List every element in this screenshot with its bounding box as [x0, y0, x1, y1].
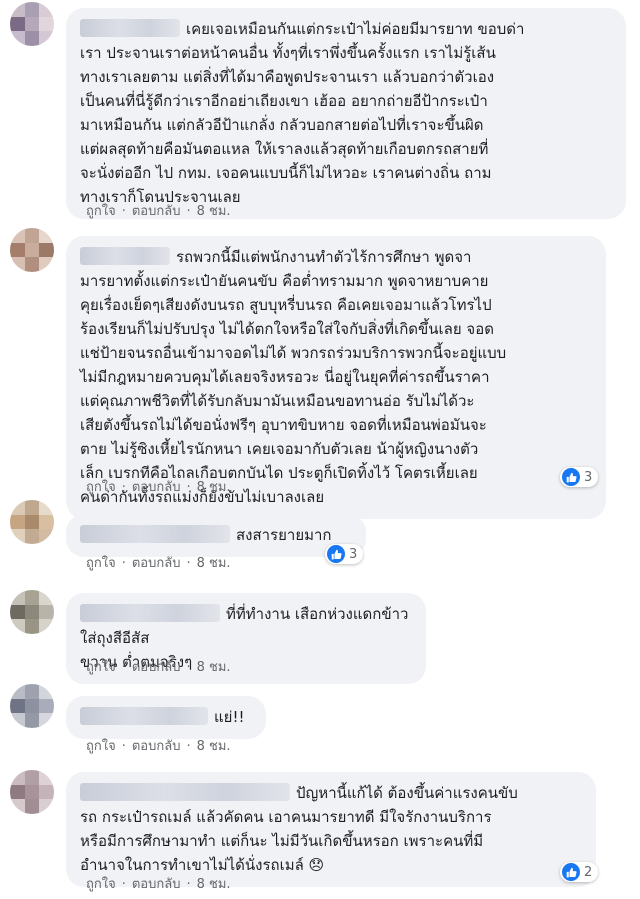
comment-actions: ถูกใจ · ตอบกลับ · 8 ชม.: [86, 738, 231, 756]
comment-text: สงสารยายมาก: [236, 526, 332, 544]
reaction-count[interactable]: 2: [560, 862, 599, 882]
timestamp[interactable]: 8 ชม.: [197, 479, 231, 497]
reply-link[interactable]: ตอบกลับ: [132, 555, 181, 573]
comment-bubble: ปัญหานี้แก้ได้ ต้องขึ้นค่าแรงคนขับ รถ กร…: [66, 772, 596, 887]
comment-text: เคยเจอเหมือนกันแต่กระเป๋าไม่ค่อยมีมารยาท…: [80, 20, 525, 206]
commenter-name[interactable]: [80, 525, 230, 543]
comment-actions: ถูกใจ · ตอบกลับ · 8 ชม.: [86, 479, 231, 497]
reply-link[interactable]: ตอบกลับ: [132, 876, 181, 894]
commenter-name[interactable]: [80, 247, 170, 265]
comment-actions: ถูกใจ · ตอบกลับ · 8 ชม.: [86, 203, 231, 221]
commenter-name[interactable]: [80, 19, 180, 37]
like-link[interactable]: ถูกใจ: [86, 738, 116, 756]
thumbs-up-icon: [562, 468, 580, 486]
like-link[interactable]: ถูกใจ: [86, 659, 116, 677]
comment-actions: ถูกใจ · ตอบกลับ · 8 ชม.: [86, 659, 231, 677]
avatar[interactable]: [10, 500, 54, 544]
comment-text: รถพวกนี้มีแต่พนักงานทำตัวไร้การศึกษา พูด…: [80, 248, 507, 506]
comment-bubble: รถพวกนี้มีแต่พนักงานทำตัวไร้การศึกษา พูด…: [66, 236, 606, 519]
comment-actions: ถูกใจ · ตอบกลับ · 8 ชม.: [86, 555, 231, 573]
reply-link[interactable]: ตอบกลับ: [132, 479, 181, 497]
comment-actions: ถูกใจ · ตอบกลับ · 8 ชม.: [86, 876, 231, 894]
comment-bubble: สงสารยายมาก: [66, 514, 366, 557]
reply-link[interactable]: ตอบกลับ: [132, 738, 181, 756]
timestamp[interactable]: 8 ชม.: [197, 738, 231, 756]
avatar[interactable]: [10, 228, 54, 272]
commenter-name[interactable]: [80, 783, 290, 801]
comment-bubble: เคยเจอเหมือนกันแต่กระเป๋าไม่ค่อยมีมารยาท…: [66, 8, 626, 219]
thumbs-up-icon: [562, 863, 580, 881]
comment-bubble: แย่!!: [66, 696, 266, 739]
reaction-count[interactable]: 3: [560, 467, 599, 487]
avatar[interactable]: [10, 770, 54, 814]
reply-link[interactable]: ตอบกลับ: [132, 203, 181, 221]
thumbs-up-icon: [327, 545, 345, 563]
avatar[interactable]: [10, 2, 54, 46]
like-link[interactable]: ถูกใจ: [86, 203, 116, 221]
reaction-count[interactable]: 3: [325, 544, 364, 564]
commenter-name[interactable]: [80, 604, 220, 622]
reply-link[interactable]: ตอบกลับ: [132, 659, 181, 677]
avatar[interactable]: [10, 684, 54, 728]
timestamp[interactable]: 8 ชม.: [197, 555, 231, 573]
like-link[interactable]: ถูกใจ: [86, 479, 116, 497]
timestamp[interactable]: 8 ชม.: [197, 876, 231, 894]
timestamp[interactable]: 8 ชม.: [197, 203, 231, 221]
avatar[interactable]: [10, 590, 54, 634]
like-link[interactable]: ถูกใจ: [86, 555, 116, 573]
comment-text: แย่!!: [214, 708, 245, 726]
like-link[interactable]: ถูกใจ: [86, 876, 116, 894]
commenter-name[interactable]: [80, 707, 208, 725]
timestamp[interactable]: 8 ชม.: [197, 659, 231, 677]
